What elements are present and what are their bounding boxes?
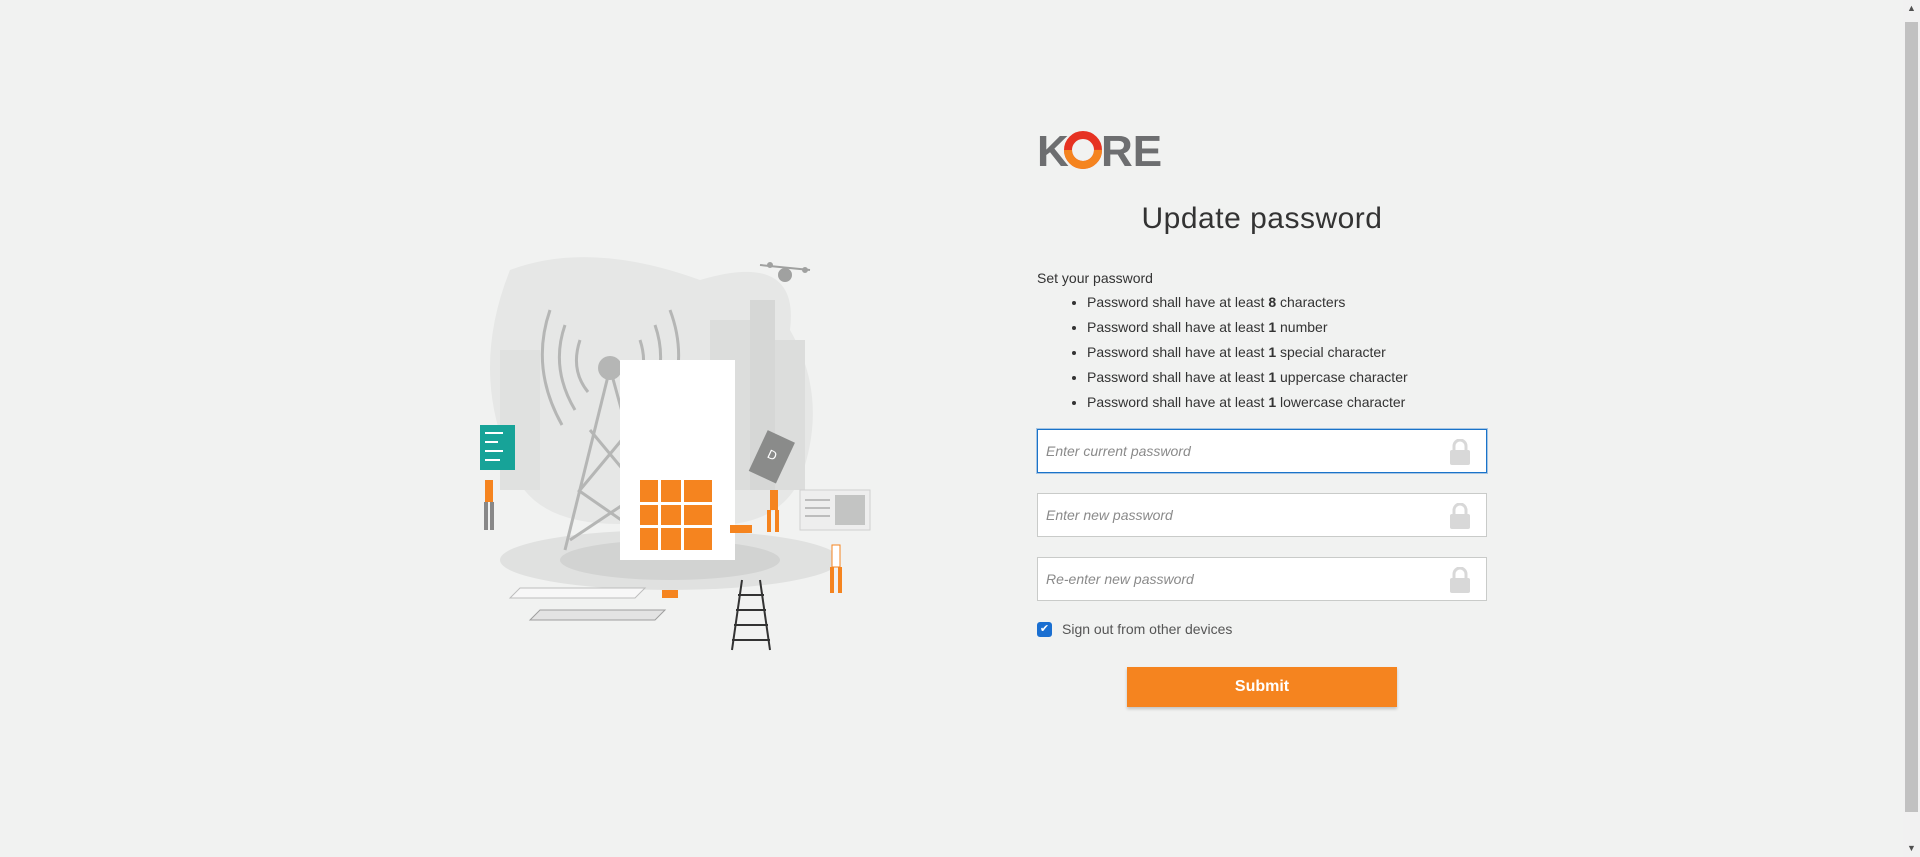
signout-option: ✔ Sign out from other devices <box>1037 621 1487 637</box>
lock-icon <box>1450 503 1470 529</box>
signout-label[interactable]: Sign out from other devices <box>1062 621 1232 637</box>
new-password-input[interactable] <box>1038 494 1434 536</box>
current-password-input[interactable] <box>1038 430 1434 472</box>
rule-item: Password shall have at least 1 uppercase… <box>1087 365 1487 390</box>
current-password-field[interactable] <box>1037 429 1487 473</box>
checkmark-icon: ✔ <box>1039 622 1050 635</box>
rule-item: Password shall have at least 1 lowercase… <box>1087 390 1487 415</box>
page-title: Update password <box>1141 202 1383 235</box>
rule-item: Password shall have at least 8 character… <box>1087 290 1487 315</box>
rule-item: Password shall have at least 1 special c… <box>1087 340 1487 365</box>
scrollbar-thumb[interactable] <box>1905 22 1918 812</box>
lock-icon <box>1450 439 1470 465</box>
submit-button[interactable]: Submit <box>1127 667 1397 707</box>
kore-logo: K RE <box>1037 128 1162 174</box>
signout-checkbox[interactable]: ✔ <box>1037 621 1052 637</box>
password-intro: Set your password <box>1037 270 1153 286</box>
sim-card-illustration: D <box>480 257 871 651</box>
page-scrollbar[interactable]: ▲ ▼ <box>1903 0 1920 857</box>
scroll-down-icon[interactable]: ▼ <box>1903 840 1920 857</box>
confirm-password-input[interactable] <box>1038 558 1434 600</box>
scroll-up-icon[interactable]: ▲ <box>1903 0 1920 17</box>
password-rules-list: Password shall have at least 8 character… <box>1037 290 1487 415</box>
lock-icon <box>1450 567 1470 593</box>
new-password-field[interactable] <box>1037 493 1487 537</box>
svg-text:RE: RE <box>1101 128 1162 174</box>
rule-item: Password shall have at least 1 number <box>1087 315 1487 340</box>
confirm-password-field[interactable] <box>1037 557 1487 601</box>
update-password-panel: K RE Update password Set your password P… <box>1037 128 1487 707</box>
